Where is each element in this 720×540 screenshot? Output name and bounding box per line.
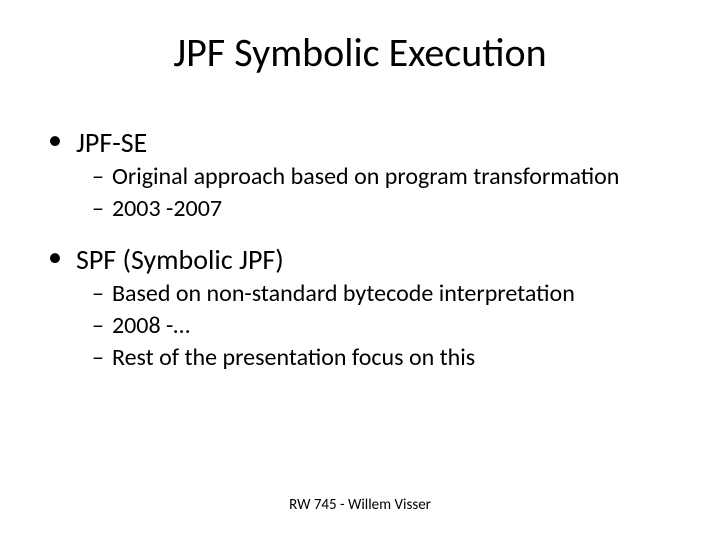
bullet-dash-icon: – xyxy=(92,311,104,341)
bullet-level2-text: 2003 -2007 xyxy=(112,194,222,224)
bullet-level2-text: Based on non-standard bytecode interpret… xyxy=(112,279,575,309)
bullet-level2-text: Rest of the presentation focus on this xyxy=(112,343,475,373)
slide-footer: RW 745 - Willem Visser xyxy=(0,496,720,514)
bullet-dash-icon: – xyxy=(92,162,104,192)
bullet-dash-icon: – xyxy=(92,194,104,224)
bullet-level2: – Based on non-standard bytecode interpr… xyxy=(92,279,672,309)
slide-content: • JPF-SE – Original approach based on pr… xyxy=(0,77,720,373)
bullet-level2-text: Original approach based on program trans… xyxy=(112,162,619,192)
bullet-dot-icon: • xyxy=(48,125,62,160)
slide: JPF Symbolic Execution • JPF-SE – Origin… xyxy=(0,0,720,540)
bullet-level1-text: SPF (Symbolic JPF) xyxy=(76,242,284,277)
bullet-level2: – Original approach based on program tra… xyxy=(92,162,672,192)
bullet-level1: • SPF (Symbolic JPF) xyxy=(48,242,672,277)
bullet-level1: • JPF-SE xyxy=(48,125,672,160)
bullet-level2: – 2008 -… xyxy=(92,311,672,341)
bullet-level2-text: 2008 -… xyxy=(112,311,190,341)
bullet-dot-icon: • xyxy=(48,242,62,277)
bullet-level2: – 2003 -2007 xyxy=(92,194,672,224)
bullet-dash-icon: – xyxy=(92,343,104,373)
bullet-level1-text: JPF-SE xyxy=(76,125,147,160)
slide-title: JPF Symbolic Execution xyxy=(0,0,720,77)
bullet-dash-icon: – xyxy=(92,279,104,309)
bullet-level2: – Rest of the presentation focus on this xyxy=(92,343,672,373)
